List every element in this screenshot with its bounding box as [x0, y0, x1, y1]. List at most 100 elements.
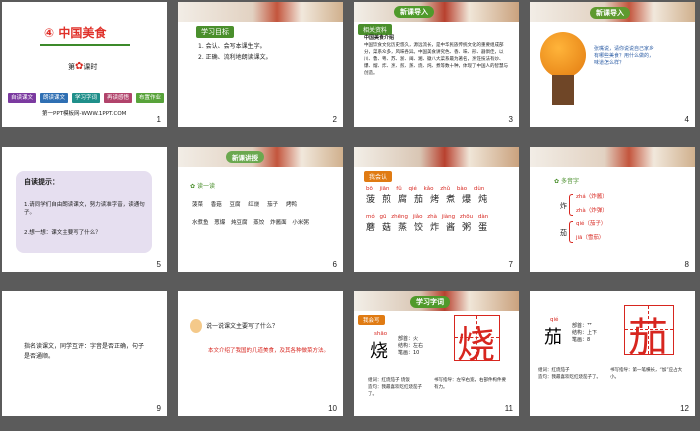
objective-tag: 学习目标 — [196, 26, 234, 38]
pinyin: qié — [408, 186, 417, 192]
pill-langdu[interactable]: 朗读课文 — [40, 93, 69, 103]
bottom-line: 组词：红烧茄子 烧饭 — [368, 378, 410, 383]
slide-number: 3 — [508, 115, 513, 124]
char: 炸 — [430, 223, 447, 233]
char: 饺 — [414, 223, 431, 233]
tian-grid: 茄 — [624, 305, 674, 361]
word: 蒸饺 — [253, 220, 265, 226]
body-text: 中国饮食文化历史悠久，源远流长，是中华民族传统文化的重要组成部分，菜系众多，风味… — [364, 43, 508, 76]
pinyin-row-1: bō jiān fǔ qié kǎo zhǔ bào dùn — [366, 185, 516, 193]
slide-number: 11 — [504, 404, 513, 413]
slide-10[interactable]: 说一说课文主要写了什么？ 本文介绍了我国的几道美食，及其各种做菜方法。 10 — [178, 291, 343, 416]
keshi-post: 课时 — [83, 63, 98, 71]
char: 煎 — [382, 195, 399, 205]
pinyin: gū — [379, 214, 387, 220]
char: 烤 — [430, 195, 447, 205]
pinyin: dùn — [473, 186, 485, 192]
slide-2[interactable]: 学习目标 1. 会认、会写本课生字。 2. 正确、流利地朗读课文。 2 — [178, 2, 343, 127]
info-line: 结构：左右 — [398, 343, 424, 349]
prompt-text: 张嘴说，请你说说自己家乡有哪些美食？用什么做的，味道怎么样？ — [594, 46, 655, 66]
pinyin: jiān — [379, 186, 390, 192]
reading: zhà（炸弹） — [576, 208, 608, 214]
slide-12[interactable]: qié 茄 部首：艹 结构：上下 笔画：8 茄 组词：红烧茄子 造句：我最喜欢吃… — [530, 291, 695, 416]
slide-6[interactable]: 新课讲授 ✿ 读一读 菠菜 香菇 豆腐 红烧 茄子 烤鸭 水煮鱼 葱爆 炖豆腐 … — [178, 147, 343, 272]
info-line: 笔画：10 — [398, 350, 420, 356]
polyphone-label: 多音字 — [560, 178, 579, 185]
char-large: 烧 — [457, 323, 496, 367]
pinyin: jiǎo — [412, 214, 423, 220]
body-heading: 中国美食介绍 — [364, 35, 395, 41]
slide-number: 10 — [328, 404, 337, 413]
slide-3[interactable]: 新课导入 相关资料 中国美食介绍 中国饮食文化历史悠久，源远流长，是中华民族传统… — [354, 2, 519, 127]
slide-number: 9 — [156, 404, 161, 413]
pill-zuoye[interactable]: 布置作业 — [136, 93, 165, 103]
slide-4[interactable]: 新课导入 张嘴说，请你说说自己家乡有哪些美食？用什么做的，味道怎么样？ 4 — [530, 2, 695, 127]
word: 炖豆腐 — [231, 220, 248, 226]
char: 菇 — [382, 223, 399, 233]
word: 香菇 — [210, 202, 222, 208]
lesson-label: 第✿课时 — [68, 62, 98, 72]
chars-row-1: 菠煎腐茄烤煮爆炖 — [366, 195, 516, 206]
header-band — [530, 147, 695, 167]
objective-line-1: 1. 会认、会写本课生字。 — [198, 43, 266, 50]
objective-line-2: 2. 正确、流利地朗读课文。 — [198, 54, 272, 61]
orange-icon — [540, 32, 586, 78]
pill-zidu[interactable]: 自读课文 — [8, 93, 37, 103]
reading: zhá（炸酱） — [576, 194, 608, 200]
slide-number: 12 — [680, 404, 689, 413]
stand-icon — [552, 75, 574, 105]
pinyin: dàn — [477, 214, 489, 220]
word: 葱爆 — [214, 220, 226, 226]
char: 蘑 — [366, 223, 383, 233]
pill-zici[interactable]: 学习字词 — [72, 93, 101, 103]
char: 酱 — [446, 223, 463, 233]
answer-text: 本文介绍了我国的几道美食，及其各种做菜方法。 — [208, 348, 330, 354]
word: 烤鸭 — [285, 202, 297, 208]
char-bottom-left: 组词：红烧茄子 造句：我最喜欢吃红烧茄子了。 — [538, 367, 604, 381]
section-banner: 新课讲授 — [226, 151, 264, 163]
poly-char-2: 茄 — [560, 229, 567, 237]
question-text: 说一说课文主要写了什么？ — [206, 323, 279, 330]
header-band — [354, 147, 519, 167]
slide-1[interactable]: ④ 中国美食 第✿课时 自读课文 朗读课文 学习字词 再读感悟 布置作业 第一P… — [2, 2, 167, 127]
pinyin: mó — [366, 214, 375, 220]
sub-tag: 我会写 — [358, 315, 385, 325]
word: 菠菜 — [192, 202, 204, 208]
instruction-text: 指名读课文，同学互评：字音是否正确，句子是否通顺。 — [24, 343, 145, 360]
bottom-line: 造句：我最喜欢吃红烧茄子了。 — [368, 385, 422, 397]
word: 水煮鱼 — [192, 220, 209, 226]
char-large: 茄 — [628, 315, 668, 361]
slide-11[interactable]: 学习字词 我会写 shāo 烧 部首：火 结构：左右 笔画：10 烧 组词：红烧… — [354, 291, 519, 416]
char-small: 烧 — [370, 341, 388, 362]
header-band — [354, 2, 519, 22]
char-small: 茄 — [544, 327, 562, 348]
slide-number: 6 — [332, 260, 337, 269]
slide-9[interactable]: 指名读课文，同学互评：字音是否正确，句子是否通顺。 9 — [2, 291, 167, 416]
pinyin: zhǔ — [440, 186, 451, 192]
words-row-1: 菠菜 香菇 豆腐 红烧 茄子 烤鸭 — [192, 201, 337, 209]
pill-gan[interactable]: 再读感悟 — [104, 93, 133, 103]
info-line: 结构：上下 — [572, 330, 598, 336]
slide-number: 7 — [508, 260, 513, 269]
slide-number: 5 — [156, 260, 161, 269]
slide-number: 2 — [332, 115, 337, 124]
char: 蒸 — [398, 223, 415, 233]
polyphone-sub: ✿ 多音字 — [554, 178, 579, 185]
brace-icon — [569, 221, 573, 243]
slide-number: 8 — [684, 260, 689, 269]
tian-grid: 烧 — [454, 315, 500, 367]
footer-text: 第一PPT模板网-WWW.1PPT.COM — [42, 111, 127, 117]
pinyin: bào — [456, 186, 468, 192]
info-line: 笔画：8 — [572, 337, 591, 343]
word: 红烧 — [248, 202, 260, 208]
pinyin: zhēng — [391, 214, 408, 220]
writing-guide: 书写指导：第一笔横长，“加”应占大小。 — [610, 368, 683, 380]
poly-char-1: 炸 — [560, 202, 567, 210]
slide-8[interactable]: ✿ 多音字 炸 zhá（炸酱） zhà（炸弹） 茄 qié（茄子） jiā（雪茄… — [530, 147, 695, 272]
slide-7[interactable]: 我会认 bō jiān fǔ qié kǎo zhǔ bào dùn 菠煎腐茄烤… — [354, 147, 519, 272]
char: 菠 — [366, 195, 383, 205]
slide-5[interactable]: 自读提示： 1.请同学们自由朗读课文，努力读准字音，读通句子。 2.想一想：课文… — [2, 147, 167, 272]
info-line: 部首：火 — [398, 336, 419, 342]
char-info: 部首：火 结构：左右 笔画：10 — [398, 336, 423, 357]
chars-row-2: 蘑菇蒸饺炸酱粥蛋 — [366, 223, 516, 234]
